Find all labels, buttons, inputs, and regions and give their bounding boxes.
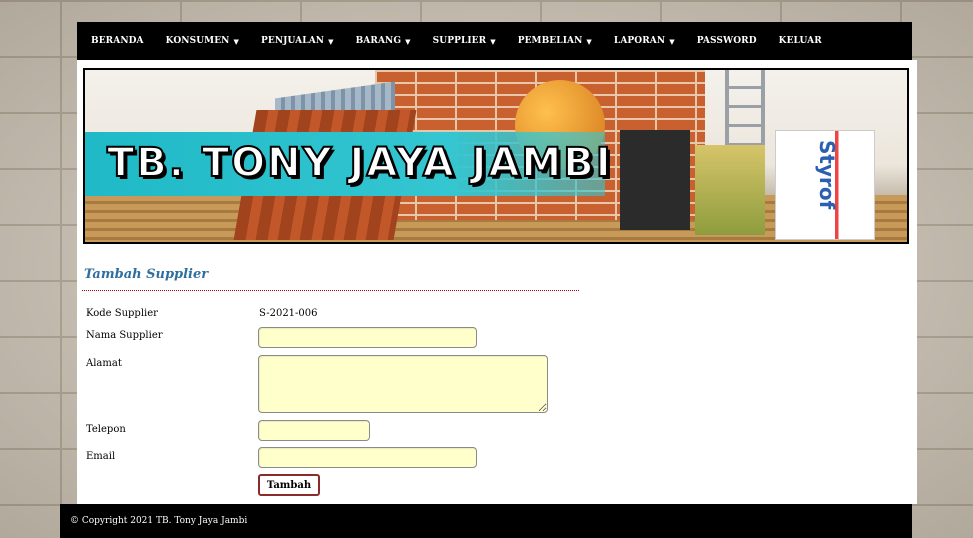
nav-label: PASSWORD: [696, 36, 757, 46]
chevron-down-icon: ▼: [328, 36, 334, 46]
nav-konsumen[interactable]: KONSUMEN ▼: [166, 36, 239, 46]
nav-pembelian[interactable]: PEMBELIAN ▼: [518, 36, 592, 46]
banner-boxes-graphic: [695, 145, 765, 235]
title-divider: [82, 290, 579, 291]
chevron-down-icon: ▼: [669, 36, 675, 46]
email-input[interactable]: [258, 447, 477, 468]
nav-penjualan[interactable]: PENJUALAN ▼: [261, 36, 334, 46]
nav-label: PENJUALAN: [261, 36, 325, 46]
page-title: Tambah Supplier: [84, 267, 209, 282]
nav-label: SUPPLIER: [432, 36, 487, 46]
chevron-down-icon: ▼: [233, 36, 239, 46]
email-label: Email: [86, 451, 116, 462]
store-title: TB. TONY JAYA JAMBI: [106, 139, 613, 187]
alamat-label: Alamat: [86, 358, 122, 369]
telepon-label: Telepon: [86, 424, 126, 435]
nav-supplier[interactable]: SUPPLIER ▼: [433, 36, 496, 46]
nav-label: KONSUMEN: [165, 36, 230, 46]
copyright-text: © Copyright 2021 TB. Tony Jaya Jambi: [70, 516, 248, 526]
chevron-down-icon: ▼: [490, 36, 496, 46]
nav-password[interactable]: PASSWORD: [697, 36, 757, 46]
nav-label: KELUAR: [778, 36, 822, 46]
banner-machine-graphic: [620, 130, 690, 230]
nav-beranda[interactable]: BERANDA: [91, 36, 144, 46]
nav-barang[interactable]: BARANG ▼: [356, 36, 411, 46]
store-banner: Styrof TB. TONY JAYA JAMBI: [83, 68, 909, 244]
nav-label: LAPORAN: [613, 36, 666, 46]
banner-styro-label: Styrof: [815, 140, 839, 210]
nav-label: BERANDA: [91, 36, 144, 46]
kode-supplier-value: S-2021-006: [259, 308, 318, 319]
nama-supplier-label: Nama Supplier: [86, 330, 163, 341]
nav-label: PEMBELIAN: [517, 36, 583, 46]
kode-supplier-label: Kode Supplier: [86, 308, 158, 319]
content-panel: Styrof TB. TONY JAYA JAMBI: [77, 60, 917, 504]
footer: © Copyright 2021 TB. Tony Jaya Jambi: [60, 504, 912, 538]
tambah-button[interactable]: Tambah: [258, 474, 320, 496]
banner-ladder-graphic: [725, 70, 765, 150]
nav-label: BARANG: [355, 36, 402, 46]
main-navbar: BERANDA KONSUMEN ▼ PENJUALAN ▼ BARANG ▼ SUP…: [77, 22, 912, 60]
chevron-down-icon: ▼: [405, 36, 411, 46]
chevron-down-icon: ▼: [586, 36, 592, 46]
telepon-input[interactable]: [258, 420, 370, 441]
nav-laporan[interactable]: LAPORAN ▼: [614, 36, 675, 46]
nav-keluar[interactable]: KELUAR: [779, 36, 822, 46]
alamat-textarea[interactable]: [258, 355, 548, 413]
nama-supplier-input[interactable]: [258, 327, 477, 348]
